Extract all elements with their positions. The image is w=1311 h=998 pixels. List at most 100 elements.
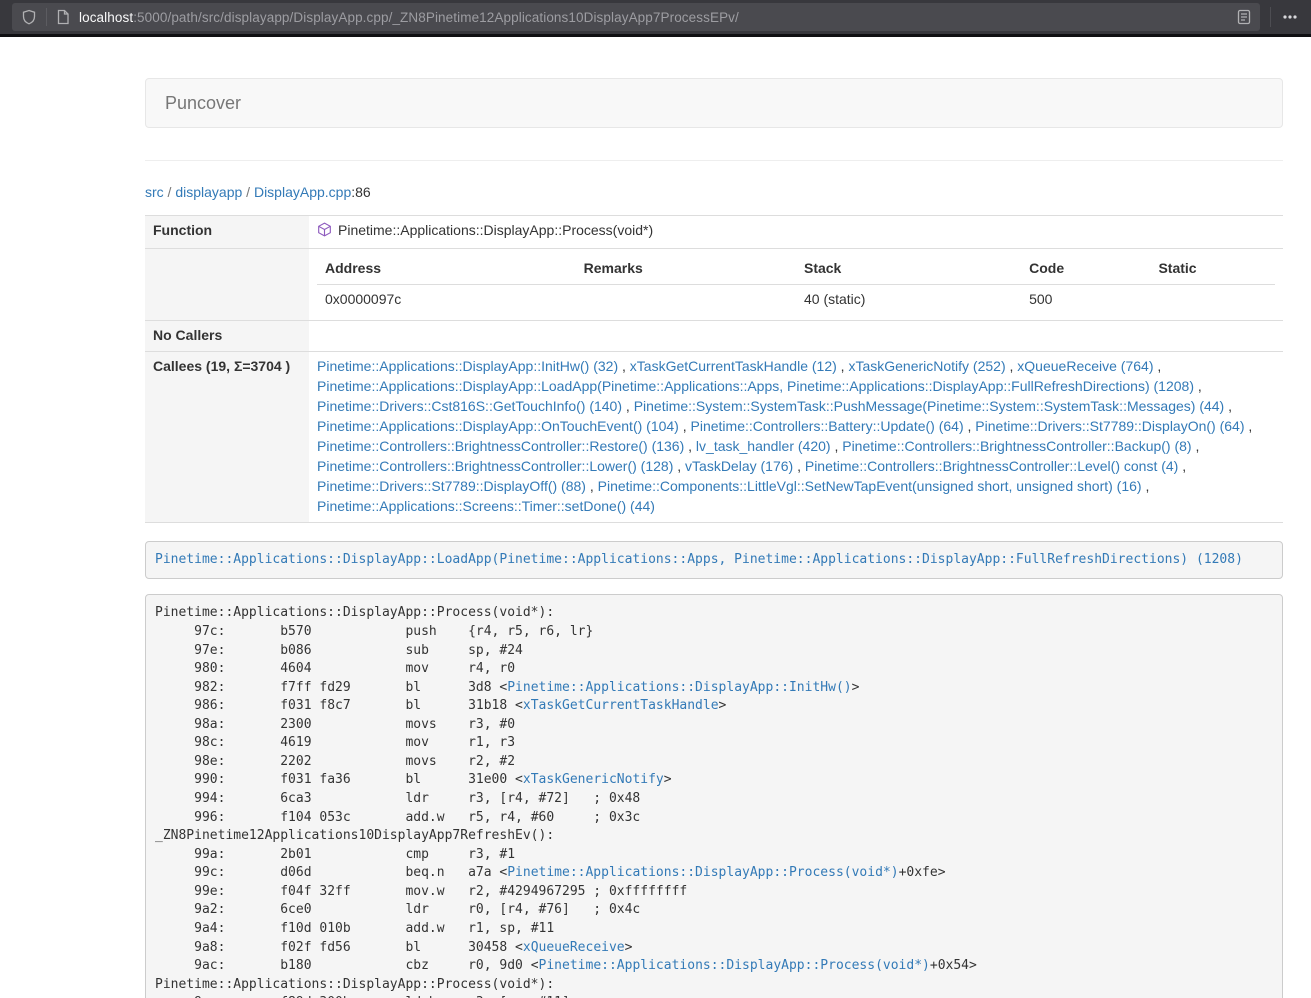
- callee-separator: ,: [1006, 358, 1018, 374]
- callee-separator: ,: [1245, 418, 1253, 434]
- asm-line: 990: f031 fa36 bl 31e00 <xTaskGenericNot…: [155, 771, 1273, 790]
- breadcrumb: src / displayapp / DisplayApp.cpp:86: [145, 182, 1283, 202]
- callee-link[interactable]: Pinetime::Controllers::BrightnessControl…: [317, 438, 684, 454]
- stats-value-cell: 0x0000097c: [317, 284, 576, 314]
- asm-line: 97c: b570 push {r4, r5, r6, lr}: [155, 623, 1273, 642]
- callee-separator: ,: [1153, 358, 1161, 374]
- callee-link[interactable]: Pinetime::Applications::Screens::Timer::…: [317, 498, 655, 514]
- highlight-link[interactable]: Pinetime::Applications::DisplayApp::Load…: [155, 552, 1243, 567]
- callee-link[interactable]: Pinetime::Applications::DisplayApp::Load…: [317, 378, 1194, 394]
- breadcrumb-link[interactable]: src: [145, 184, 164, 200]
- callee-link[interactable]: xQueueReceive (764): [1017, 358, 1153, 374]
- breadcrumb-separator: /: [164, 184, 176, 200]
- callee-link[interactable]: Pinetime::Components::LittleVgl::SetNewT…: [598, 478, 1142, 494]
- brand[interactable]: Puncover: [165, 93, 241, 114]
- asm-symbol-link[interactable]: xQueueReceive: [523, 940, 625, 955]
- empty-label-cell: [145, 248, 309, 320]
- callee-link[interactable]: vTaskDelay (176): [685, 458, 793, 474]
- disassembly: Pinetime::Applications::DisplayApp::Proc…: [145, 594, 1283, 998]
- breadcrumb-link[interactable]: DisplayApp.cpp: [254, 184, 351, 200]
- callee-link[interactable]: xTaskGenericNotify (252): [848, 358, 1005, 374]
- callee-link[interactable]: Pinetime::Controllers::BrightnessControl…: [842, 438, 1191, 454]
- callee-link[interactable]: Pinetime::Controllers::Battery::Update()…: [691, 418, 964, 434]
- asm-line: 98e: 2202 movs r2, #2: [155, 753, 1273, 772]
- asm-line: 9a8: f02f fd56 bl 30458 <xQueueReceive>: [155, 939, 1273, 958]
- asm-line: 99e: f04f 32ff mov.w r2, #4294967295 ; 0…: [155, 883, 1273, 902]
- no-callers-cell: [309, 320, 1283, 351]
- callee-link[interactable]: Pinetime::Drivers::Cst816S::GetTouchInfo…: [317, 398, 622, 414]
- divider: [145, 160, 1283, 161]
- callees-list: Pinetime::Applications::DisplayApp::Init…: [309, 351, 1283, 522]
- asm-line: 982: f7ff fd29 bl 3d8 <Pinetime::Applica…: [155, 679, 1273, 698]
- stats-column-header: Address: [317, 254, 576, 284]
- stats-value-cell: [576, 284, 796, 314]
- asm-line: 9a4: f10d 010b add.w r1, sp, #11: [155, 920, 1273, 939]
- callee-link[interactable]: xTaskGetCurrentTaskHandle (12): [630, 358, 837, 374]
- stats-column-header: Code: [1021, 254, 1150, 284]
- highlight-box: Pinetime::Applications::DisplayApp::Load…: [145, 541, 1283, 580]
- callee-link[interactable]: Pinetime::Controllers::BrightnessControl…: [317, 458, 673, 474]
- breadcrumb-link[interactable]: displayapp: [175, 184, 242, 200]
- reader-view-icon[interactable]: [1237, 9, 1251, 25]
- callee-separator: ,: [1192, 438, 1200, 454]
- asm-symbol-link[interactable]: Pinetime::Applications::DisplayApp::Proc…: [539, 958, 930, 973]
- stats-header-row: AddressRemarksStackCodeStatic: [317, 254, 1275, 284]
- symbol-table: Function Pinetime::Applications::Display…: [145, 215, 1283, 523]
- callee-link[interactable]: lv_task_handler (420): [696, 438, 831, 454]
- stats-row: AddressRemarksStackCodeStatic 0x0000097c…: [145, 248, 1283, 320]
- asm-symbol-link[interactable]: xTaskGetCurrentTaskHandle: [523, 698, 719, 713]
- breadcrumb-separator: /: [242, 184, 254, 200]
- callee-separator: ,: [1178, 458, 1186, 474]
- callee-separator: ,: [618, 358, 630, 374]
- asm-line: 996: f104 053c add.w r5, r4, #60 ; 0x3c: [155, 809, 1273, 828]
- callee-link[interactable]: Pinetime::Controllers::BrightnessControl…: [805, 458, 1178, 474]
- asm-line: 98c: 4619 mov r1, r3: [155, 734, 1273, 753]
- url-host: localhost: [79, 10, 133, 25]
- stats-value-cell: 40 (static): [796, 284, 1021, 314]
- callee-separator: ,: [837, 358, 849, 374]
- asm-line: 9a2: 6ce0 ldr r0, [r4, #76] ; 0x4c: [155, 901, 1273, 920]
- callee-separator: ,: [1224, 398, 1232, 414]
- asm-line: Pinetime::Applications::DisplayApp::Proc…: [155, 604, 1273, 623]
- stats-value-row: 0x0000097c 40 (static)500: [317, 284, 1275, 314]
- overflow-menu-icon[interactable]: [1281, 9, 1299, 25]
- url-bar[interactable]: localhost:5000/path/src/displayapp/Displ…: [12, 3, 1260, 31]
- url-text[interactable]: localhost:5000/path/src/displayapp/Displ…: [79, 10, 1237, 25]
- callee-link[interactable]: Pinetime::Drivers::St7789::DisplayOn() (…: [975, 418, 1244, 434]
- callee-separator: ,: [964, 418, 976, 434]
- shield-icon[interactable]: [21, 9, 37, 25]
- stats-table: AddressRemarksStackCodeStatic 0x0000097c…: [317, 254, 1275, 315]
- asm-symbol-link[interactable]: Pinetime::Applications::DisplayApp::Init…: [507, 680, 851, 695]
- asm-line: 994: 6ca3 ldr r3, [r4, #72] ; 0x48: [155, 790, 1273, 809]
- asm-symbol-link[interactable]: Pinetime::Applications::DisplayApp::Proc…: [507, 865, 898, 880]
- asm-line: 97e: b086 sub sp, #24: [155, 642, 1273, 661]
- page-icon[interactable]: [56, 9, 70, 25]
- callees-row: Callees (19, Σ=3704 ) Pinetime::Applicat…: [145, 351, 1283, 522]
- callee-separator: ,: [622, 398, 634, 414]
- callee-link[interactable]: Pinetime::Applications::DisplayApp::Init…: [317, 358, 618, 374]
- stats-cell: AddressRemarksStackCodeStatic 0x0000097c…: [309, 248, 1283, 320]
- asm-line: _ZN8Pinetime12Applications10DisplayApp7R…: [155, 827, 1273, 846]
- callee-separator: ,: [1194, 378, 1202, 394]
- function-name: Pinetime::Applications::DisplayApp::Proc…: [338, 222, 653, 238]
- callee-separator: ,: [1142, 478, 1150, 494]
- callee-separator: ,: [586, 478, 598, 494]
- navbar: Puncover: [145, 78, 1283, 128]
- callee-link[interactable]: Pinetime::Applications::DisplayApp::OnTo…: [317, 418, 679, 434]
- asm-line: 986: f031 f8c7 bl 31b18 <xTaskGetCurrent…: [155, 697, 1273, 716]
- callees-label: Callees (19, Σ=3704 ): [145, 351, 309, 522]
- callee-link[interactable]: Pinetime::System::SystemTask::PushMessag…: [634, 398, 1225, 414]
- callee-link[interactable]: Pinetime::Drivers::St7789::DisplayOff() …: [317, 478, 586, 494]
- asm-line: 9ac: b180 cbz r0, 9d0 <Pinetime::Applica…: [155, 957, 1273, 976]
- page-content: Puncover src / displayapp / DisplayApp.c…: [145, 37, 1283, 998]
- callee-separator: ,: [793, 458, 805, 474]
- asm-line: 99c: d06d beq.n a7a <Pinetime::Applicati…: [155, 864, 1273, 883]
- stats-column-header: Static: [1150, 254, 1275, 284]
- stats-value-cell: 500: [1021, 284, 1150, 314]
- asm-line: 9ae: f89d 300b ldrb.w r3, [sp, #11]: [155, 994, 1273, 998]
- asm-line: 98a: 2300 movs r3, #0: [155, 716, 1273, 735]
- function-name-cell: Pinetime::Applications::DisplayApp::Proc…: [309, 216, 1283, 249]
- package-icon: [317, 222, 332, 243]
- urlbar-separator: [46, 8, 47, 26]
- asm-symbol-link[interactable]: xTaskGenericNotify: [523, 772, 664, 787]
